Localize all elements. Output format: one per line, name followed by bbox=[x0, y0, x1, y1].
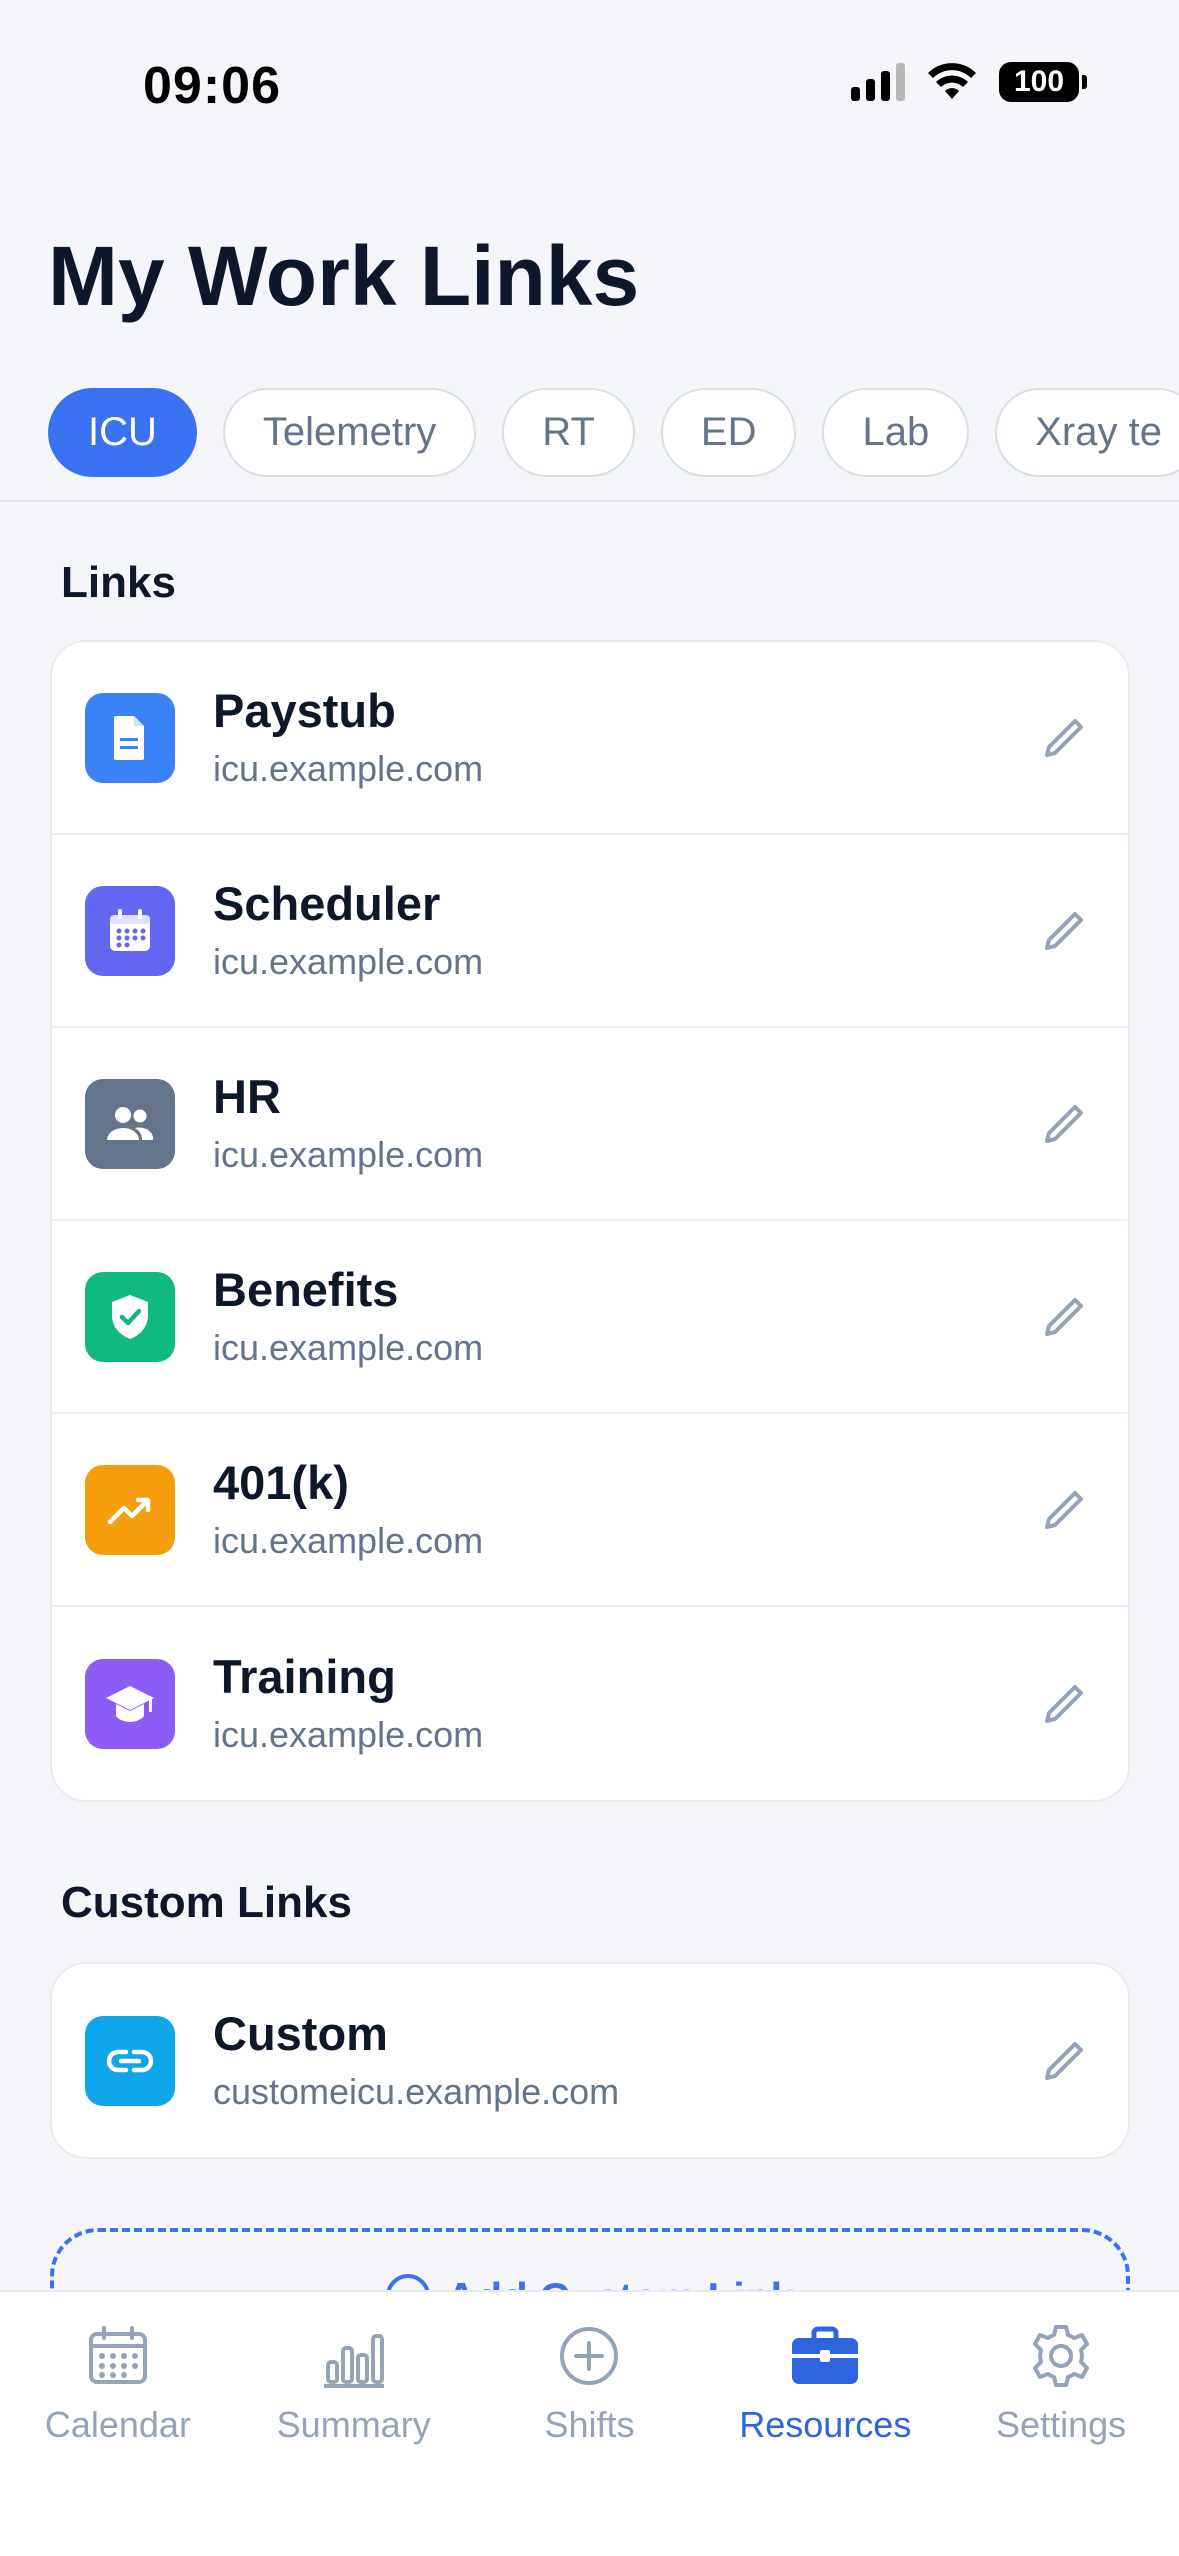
tab-bar-label: Shifts bbox=[544, 2404, 635, 2445]
link-row-benefits[interactable]: Benefits icu.example.com bbox=[52, 1221, 1128, 1414]
link-url: icu.example.com bbox=[213, 1327, 484, 1369]
tab-bar-settings[interactable]: Settings bbox=[943, 2292, 1179, 2556]
link-row-paystub[interactable]: Paystub icu.example.com bbox=[52, 642, 1128, 835]
briefcase-icon bbox=[789, 2320, 861, 2392]
tab-bar-calendar[interactable]: Calendar bbox=[0, 2292, 236, 2556]
cellular-signal-icon bbox=[851, 63, 905, 101]
tab-ed[interactable]: ED bbox=[660, 388, 797, 477]
edit-pencil-icon[interactable] bbox=[1034, 708, 1094, 768]
calendar-icon bbox=[82, 2320, 154, 2392]
link-title: 401(k) bbox=[213, 1455, 349, 1509]
link-title: Paystub bbox=[213, 683, 396, 737]
link-title: HR bbox=[213, 1069, 281, 1123]
edit-pencil-icon[interactable] bbox=[1034, 901, 1094, 961]
link-row-training[interactable]: Training icu.example.com bbox=[52, 1607, 1128, 1800]
tabs-divider bbox=[0, 500, 1179, 502]
battery-icon: 100 bbox=[999, 62, 1087, 102]
tab-bar-label: Summary bbox=[276, 2404, 431, 2445]
links-card: Paystub icu.example.com Scheduler icu.ex… bbox=[50, 640, 1130, 1802]
link-title: Benefits bbox=[213, 1262, 399, 1316]
gear-icon bbox=[1025, 2320, 1097, 2392]
status-bar: 09:06 100 bbox=[0, 0, 1179, 170]
link-url: customeicu.example.com bbox=[213, 2071, 620, 2113]
status-icons: 100 bbox=[851, 62, 1087, 102]
shield-check-icon bbox=[85, 1271, 175, 1362]
tab-bar-label: Settings bbox=[996, 2404, 1127, 2445]
plus-circle-icon bbox=[553, 2320, 625, 2392]
edit-pencil-icon[interactable] bbox=[1034, 1287, 1094, 1347]
calendar-icon bbox=[85, 885, 175, 976]
graduation-cap-icon bbox=[85, 1658, 175, 1749]
link-title: Scheduler bbox=[213, 876, 441, 930]
edit-pencil-icon[interactable] bbox=[1034, 2031, 1094, 2091]
page-title: My Work Links bbox=[48, 229, 640, 323]
custom-links-section-title: Custom Links bbox=[61, 1878, 352, 1927]
link-url: icu.example.com bbox=[213, 748, 484, 790]
link-title: Training bbox=[213, 1649, 396, 1703]
custom-links-card: Custom customeicu.example.com bbox=[50, 1962, 1130, 2159]
link-url: icu.example.com bbox=[213, 1714, 484, 1756]
bar-chart-icon bbox=[318, 2320, 390, 2392]
wifi-icon bbox=[928, 63, 976, 99]
unit-tabs: ICU Telemetry RT ED Lab Xray te bbox=[48, 388, 1179, 477]
link-row-custom[interactable]: Custom customeicu.example.com bbox=[52, 1964, 1128, 2157]
people-icon bbox=[85, 1078, 175, 1169]
tab-bar-shifts[interactable]: Shifts bbox=[472, 2292, 708, 2556]
document-icon bbox=[85, 692, 175, 783]
link-row-scheduler[interactable]: Scheduler icu.example.com bbox=[52, 835, 1128, 1028]
tab-lab[interactable]: Lab bbox=[822, 388, 970, 477]
edit-pencil-icon[interactable] bbox=[1034, 1480, 1094, 1540]
link-row-401k[interactable]: 401(k) icu.example.com bbox=[52, 1414, 1128, 1607]
tab-bar-resources[interactable]: Resources bbox=[707, 2292, 943, 2556]
tab-bar-summary[interactable]: Summary bbox=[236, 2292, 472, 2556]
link-url: icu.example.com bbox=[213, 941, 484, 983]
link-icon bbox=[85, 2015, 175, 2106]
tab-rt[interactable]: RT bbox=[502, 388, 635, 477]
bottom-tab-bar: Calendar Summary Shifts Resources Settin… bbox=[0, 2290, 1179, 2556]
tab-icu[interactable]: ICU bbox=[48, 388, 197, 477]
links-section-title: Links bbox=[61, 558, 176, 607]
link-url: icu.example.com bbox=[213, 1134, 484, 1176]
tab-bar-label: Calendar bbox=[44, 2404, 191, 2445]
status-time: 09:06 bbox=[143, 57, 281, 115]
tab-telemetry[interactable]: Telemetry bbox=[222, 388, 477, 477]
tab-bar-label: Resources bbox=[739, 2404, 912, 2445]
link-title: Custom bbox=[213, 2006, 388, 2060]
link-url: icu.example.com bbox=[213, 1520, 484, 1562]
edit-pencil-icon[interactable] bbox=[1034, 1094, 1094, 1154]
trending-up-icon bbox=[85, 1464, 175, 1555]
link-row-hr[interactable]: HR icu.example.com bbox=[52, 1028, 1128, 1221]
edit-pencil-icon[interactable] bbox=[1034, 1674, 1094, 1734]
tab-xray[interactable]: Xray te bbox=[995, 388, 1179, 477]
